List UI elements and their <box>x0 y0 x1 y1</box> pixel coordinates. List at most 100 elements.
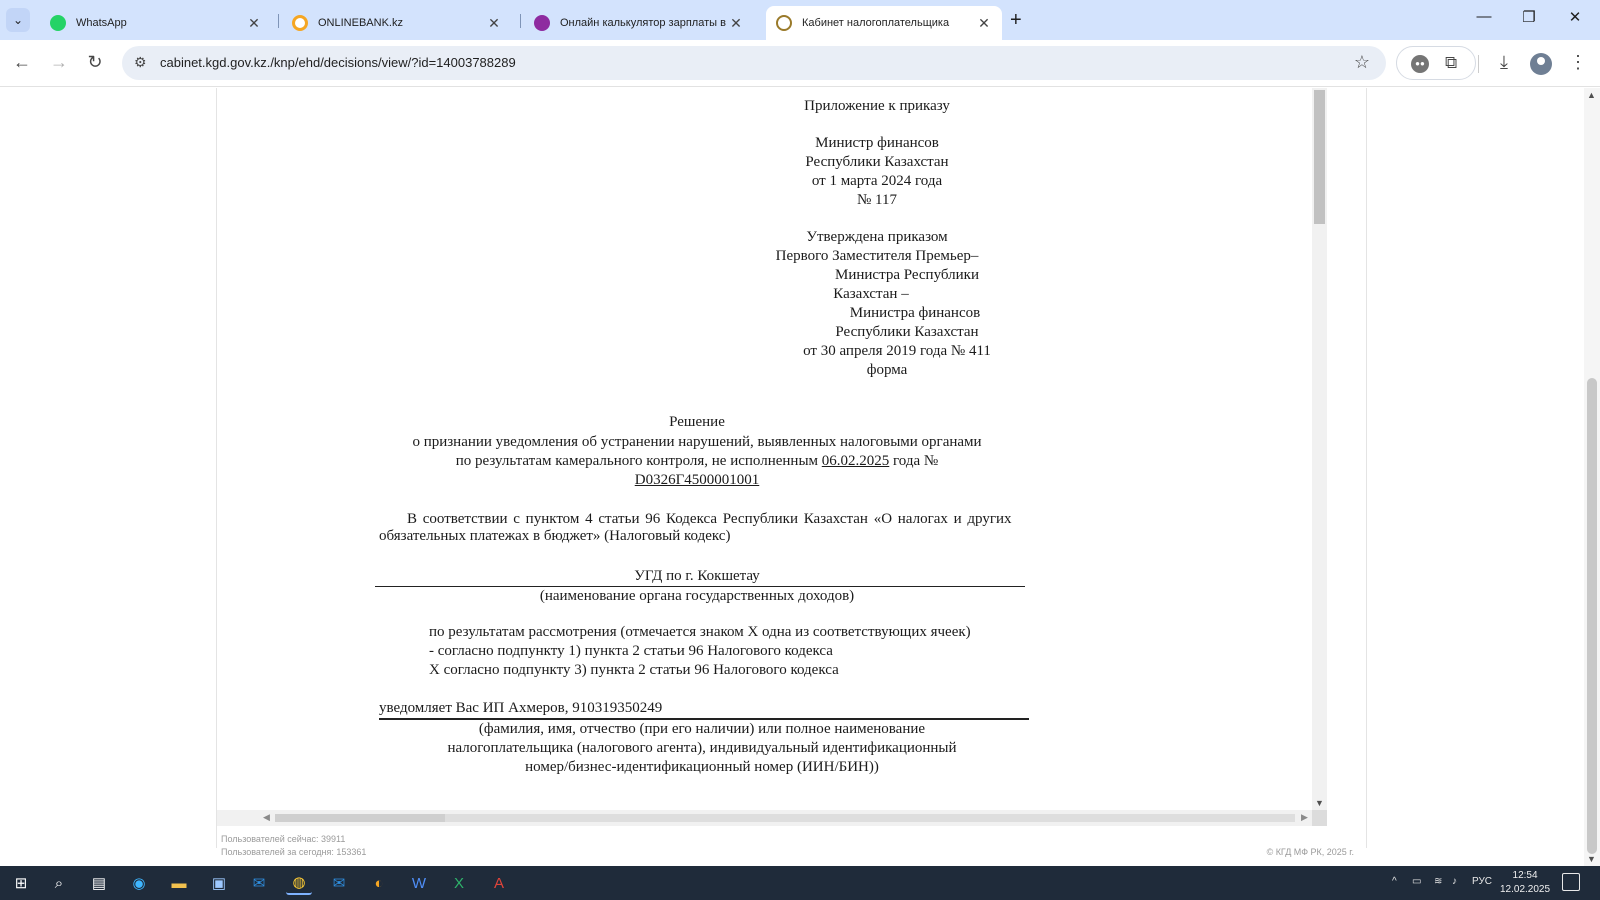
web-page: Приложение к приказу Министр финансов Ре… <box>0 88 1584 866</box>
tab-title: Кабинет налогоплательщика <box>802 17 950 29</box>
taxpayer-underline <box>379 718 1029 720</box>
notice-date: 06.02.2025 <box>821 453 890 469</box>
restore-icon[interactable]: ❐ <box>1514 8 1544 26</box>
tab-whatsapp[interactable]: WhatsApp ✕ <box>40 6 272 40</box>
new-tab-plus-icon[interactable]: + <box>1010 9 1022 32</box>
onlinebank-icon <box>292 15 308 31</box>
download-icon[interactable]: ⤓ <box>1492 52 1516 73</box>
authority-caption: (наименование органа государственных дох… <box>539 588 855 604</box>
store-icon[interactable]: ▣ <box>206 871 232 895</box>
kgd-emblem-icon <box>776 15 792 31</box>
page-vertical-scrollbar[interactable]: ▲ ▼ <box>1584 88 1600 866</box>
scroll-up-arrow-icon[interactable]: ▲ <box>1587 90 1596 100</box>
menu-kebab-icon[interactable]: ⋮ <box>1566 52 1590 73</box>
approved-line-7: от 30 апреля 2019 года № 411 <box>803 343 991 359</box>
edge-icon[interactable]: ◉ <box>126 871 152 895</box>
scrollbar-corner <box>1312 810 1327 826</box>
tab-separator <box>278 14 279 28</box>
clock-time: 12:54 <box>1512 870 1538 881</box>
review-option-2: Х согласно подпункту 3) пункта 2 статьи … <box>429 662 839 678</box>
approved-line-6: Республики Казахстан <box>835 324 979 340</box>
close-icon[interactable]: ✕ <box>246 15 262 32</box>
toolbar-separator <box>1478 55 1479 73</box>
outlook-mail-icon[interactable]: ✉ <box>326 871 352 895</box>
address-bar[interactable]: ⚙ cabinet.kgd.gov.kz./knp/ehd/decisions/… <box>122 46 1386 80</box>
search-icon[interactable]: ⌕ <box>46 871 72 895</box>
windows-taskbar: ⊞ ⌕ ▤ ◉ ▬ ▣ ✉ ◍ ✉ ◐ W X A ^ ▭ ≋ ♪ РУС 12… <box>0 866 1600 900</box>
acrobat-icon[interactable]: A <box>486 871 512 895</box>
tab-onlinebank[interactable]: ONLINEBANK.kz ✕ <box>282 6 512 40</box>
decision-title: Решение <box>669 414 725 430</box>
forward-arrow-icon[interactable]: → <box>47 52 71 73</box>
decision-subtitle-line-2: по результатам камерального контроля, не… <box>317 453 1077 470</box>
extension-badge-icon[interactable]: ●● <box>1411 55 1429 73</box>
scroll-thumb[interactable] <box>275 814 445 822</box>
file-explorer-icon[interactable]: ▬ <box>166 871 192 895</box>
subtitle-prefix: по результатам камерального контроля, не… <box>455 453 819 469</box>
task-view-icon[interactable]: ▤ <box>86 871 112 895</box>
appendix-line: Приложение к приказу <box>804 98 950 114</box>
whatsapp-icon <box>50 15 66 31</box>
language-indicator[interactable]: РУС <box>1472 876 1492 887</box>
profile-avatar-icon[interactable] <box>1530 53 1552 75</box>
tray-chevron-icon[interactable]: ^ <box>1392 876 1397 887</box>
approved-line-4: Казахстан – <box>833 286 909 302</box>
document-horizontal-scrollbar[interactable]: ◀ ▶ <box>217 810 1327 826</box>
basis-line-2: обязательных платежах в бюджет» (Налогов… <box>379 528 731 544</box>
review-intro: по результатам рассмотрения (отмечается … <box>429 624 971 640</box>
tab-salary-calculator[interactable]: Онлайн калькулятор зарплаты в Каз ✕ <box>524 6 754 40</box>
url-text[interactable]: cabinet.kgd.gov.kz./knp/ehd/decisions/vi… <box>160 55 516 70</box>
bookmark-star-icon[interactable]: ☆ <box>1354 52 1370 73</box>
taxpayer-notice-line: уведомляет Вас ИП Ахмеров, 910319350249 <box>379 700 663 716</box>
taskbar-clock[interactable]: 12:54 12.02.2025 <box>1500 869 1550 897</box>
document-viewer: Приложение к приказу Министр финансов Ре… <box>217 88 1327 810</box>
tab-taxpayer-cabinet[interactable]: Кабинет налогоплательщика ✕ <box>766 6 1002 40</box>
word-icon[interactable]: W <box>406 871 432 895</box>
extensions-pill: ●● ⧉ <box>1396 46 1476 80</box>
document-vertical-scrollbar[interactable]: ▼ <box>1312 88 1327 810</box>
scroll-thumb[interactable] <box>1314 90 1325 224</box>
subtitle-suffix: года № <box>893 453 939 469</box>
puzzle-icon[interactable]: ⧉ <box>1445 53 1457 73</box>
close-icon[interactable]: ✕ <box>976 15 992 32</box>
basis-line-1: В соответствии с пунктом 4 статьи 96 Код… <box>407 511 1012 527</box>
scroll-right-arrow-icon[interactable]: ▶ <box>1301 812 1308 823</box>
chrome-icon[interactable]: ◍ <box>286 871 312 895</box>
tab-strip: ⌄ WhatsApp ✕ ONLINEBANK.kz ✕ Онлайн каль… <box>0 0 1600 40</box>
app-icon[interactable]: ◐ <box>366 871 392 895</box>
taxpayer-caption-line-1: (фамилия, имя, отчество (при его наличии… <box>478 721 926 737</box>
scroll-down-arrow-icon[interactable]: ▼ <box>1315 798 1324 808</box>
page-footer: Пользователей сейчас: 39911 Пользователе… <box>217 832 1368 862</box>
close-icon[interactable]: ✕ <box>486 15 502 32</box>
tab-search-chevron-icon[interactable]: ⌄ <box>6 8 30 32</box>
authority-name: УГД по г. Кокшетау <box>634 568 760 584</box>
minimize-icon[interactable]: — <box>1469 8 1499 25</box>
excel-icon[interactable]: X <box>446 871 472 895</box>
page-scroll-thumb[interactable] <box>1587 378 1597 854</box>
wifi-icon[interactable]: ≋ <box>1434 876 1442 887</box>
tab-title: Онлайн калькулятор зарплаты в Каз <box>560 17 728 29</box>
back-arrow-icon[interactable]: ← <box>10 52 34 73</box>
users-today: Пользователей за сегодня: 153361 <box>221 847 367 857</box>
approved-line-5: Министра финансов <box>849 305 981 321</box>
taxpayer-caption-line-3: номер/бизнес-идентификационный номер (ИИ… <box>525 759 879 775</box>
approved-line-8: форма <box>866 362 908 378</box>
notifications-icon[interactable] <box>1562 873 1580 891</box>
close-icon[interactable]: ✕ <box>728 15 744 32</box>
tab-title: ONLINEBANK.kz <box>318 17 403 29</box>
window-close-icon[interactable]: ✕ <box>1560 8 1590 26</box>
approved-line-2: Первого Заместителя Премьер– <box>775 248 979 264</box>
scroll-left-arrow-icon[interactable]: ◀ <box>263 812 270 823</box>
volume-icon[interactable]: ♪ <box>1452 876 1457 887</box>
scroll-down-arrow-icon[interactable]: ▼ <box>1587 854 1596 864</box>
reload-icon[interactable]: ↻ <box>83 52 107 73</box>
clock-date: 12.02.2025 <box>1500 884 1551 895</box>
users-now: Пользователей сейчас: 39911 <box>221 834 346 844</box>
minister-line-1: Министр финансов <box>815 135 939 151</box>
windows-start-icon[interactable]: ⊞ <box>8 871 34 895</box>
calculator-site-icon <box>534 15 550 31</box>
outlook-icon[interactable]: ✉ <box>246 871 272 895</box>
site-settings-icon[interactable]: ⚙ <box>134 54 147 71</box>
document-frame: Приложение к приказу Министр финансов Ре… <box>216 88 1367 857</box>
battery-icon[interactable]: ▭ <box>1412 876 1421 887</box>
